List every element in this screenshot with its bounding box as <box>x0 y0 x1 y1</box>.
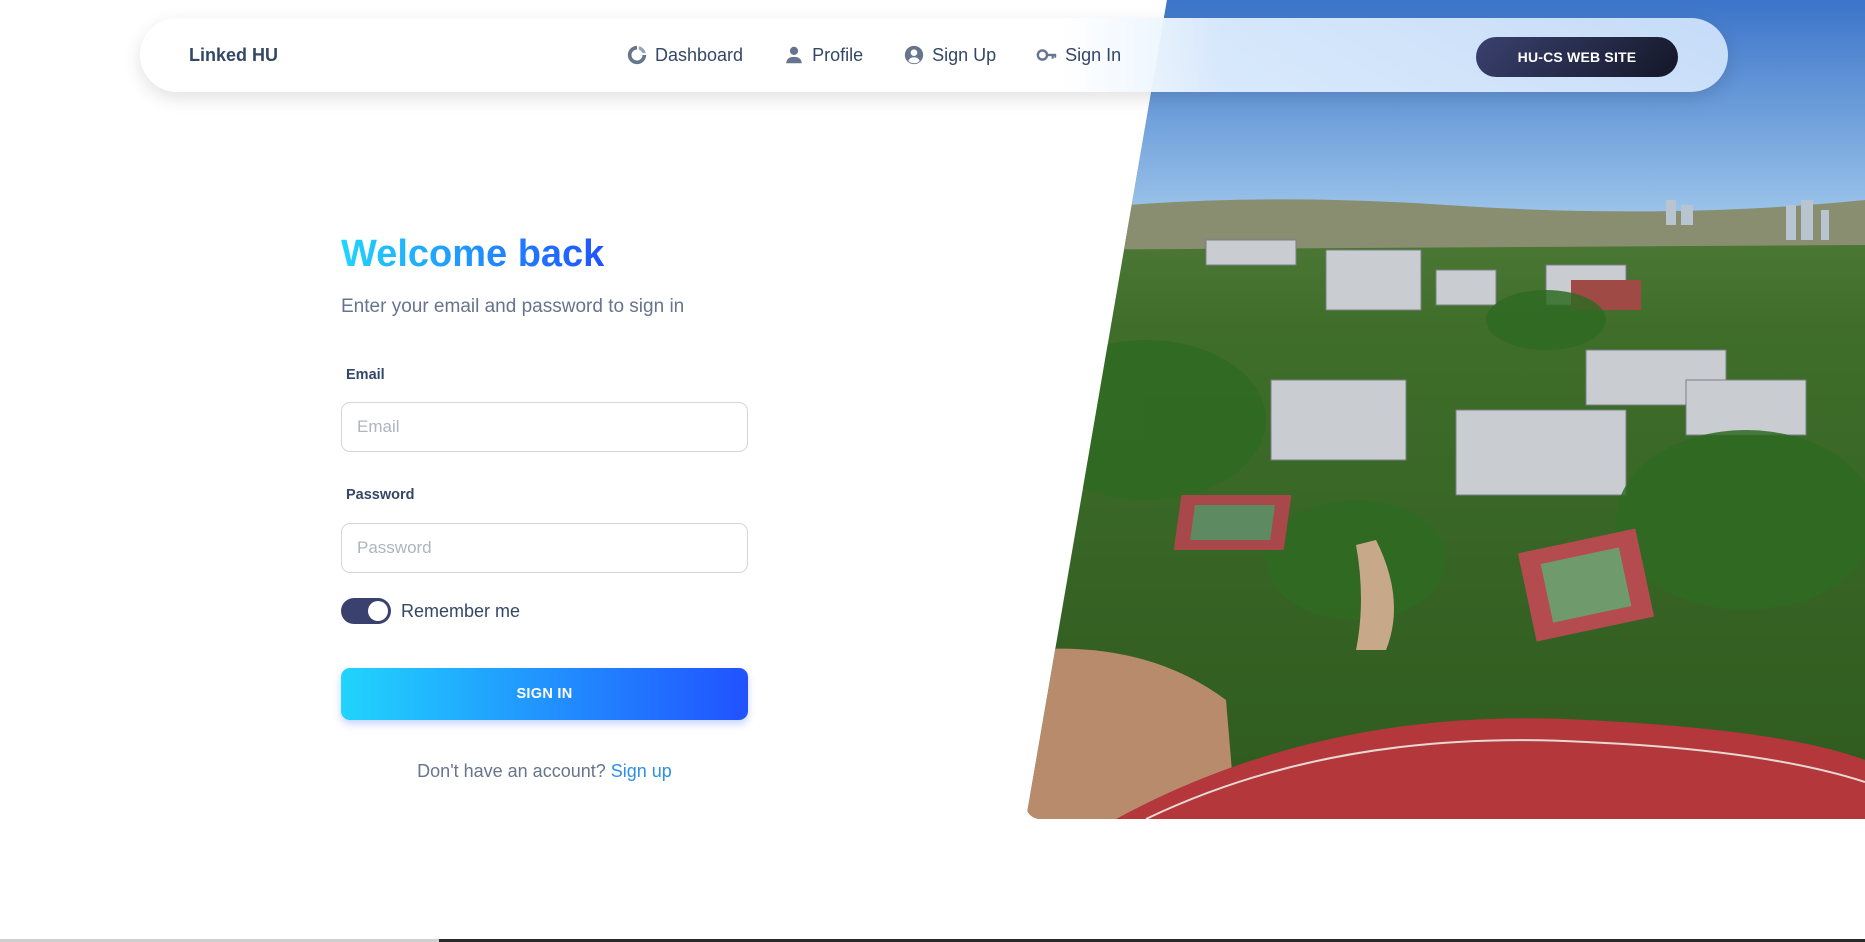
sign-up-prompt-text: Don't have an account? <box>417 761 611 781</box>
nav-link-label: Dashboard <box>655 44 744 65</box>
sign-in-form: Welcome back Enter your email and passwo… <box>341 226 748 781</box>
user-circle-icon <box>903 44 925 66</box>
sign-in-button[interactable]: SIGN IN <box>341 668 748 720</box>
password-label: Password <box>346 487 415 503</box>
nav-link-profile[interactable]: Profile <box>783 42 863 68</box>
key-icon <box>1036 44 1058 66</box>
toggle-knob <box>368 601 388 621</box>
user-icon <box>783 44 805 66</box>
nav-link-sign-in[interactable]: Sign In <box>1036 42 1121 68</box>
email-label: Email <box>346 367 385 383</box>
page-subtitle: Enter your email and password to sign in <box>341 296 685 317</box>
dashboard-icon <box>626 44 648 66</box>
hu-cs-website-button[interactable]: HU-CS WEB SITE <box>1476 37 1678 77</box>
password-field[interactable] <box>341 523 748 573</box>
campus-hero-image <box>1026 0 1865 819</box>
top-navbar: Linked HU Dashboard Profile Sign Up Sign… <box>140 18 1728 92</box>
page-title: Welcome back <box>341 226 604 282</box>
brand-logo[interactable]: Linked HU <box>189 45 278 66</box>
sign-up-prompt: Don't have an account? Sign up <box>341 761 748 782</box>
remember-me-toggle[interactable] <box>341 598 391 624</box>
email-field[interactable] <box>341 402 748 452</box>
nav-link-label: Sign In <box>1065 44 1122 65</box>
remember-me-row: Remember me <box>341 598 520 624</box>
nav-link-label: Sign Up <box>932 44 997 65</box>
nav-links: Dashboard Profile Sign Up Sign In <box>626 42 1161 68</box>
nav-link-label: Profile <box>812 44 864 65</box>
nav-link-dashboard[interactable]: Dashboard <box>626 42 743 68</box>
nav-link-sign-up[interactable]: Sign Up <box>903 42 996 68</box>
remember-me-label[interactable]: Remember me <box>401 601 520 622</box>
sign-up-link[interactable]: Sign up <box>611 761 672 781</box>
